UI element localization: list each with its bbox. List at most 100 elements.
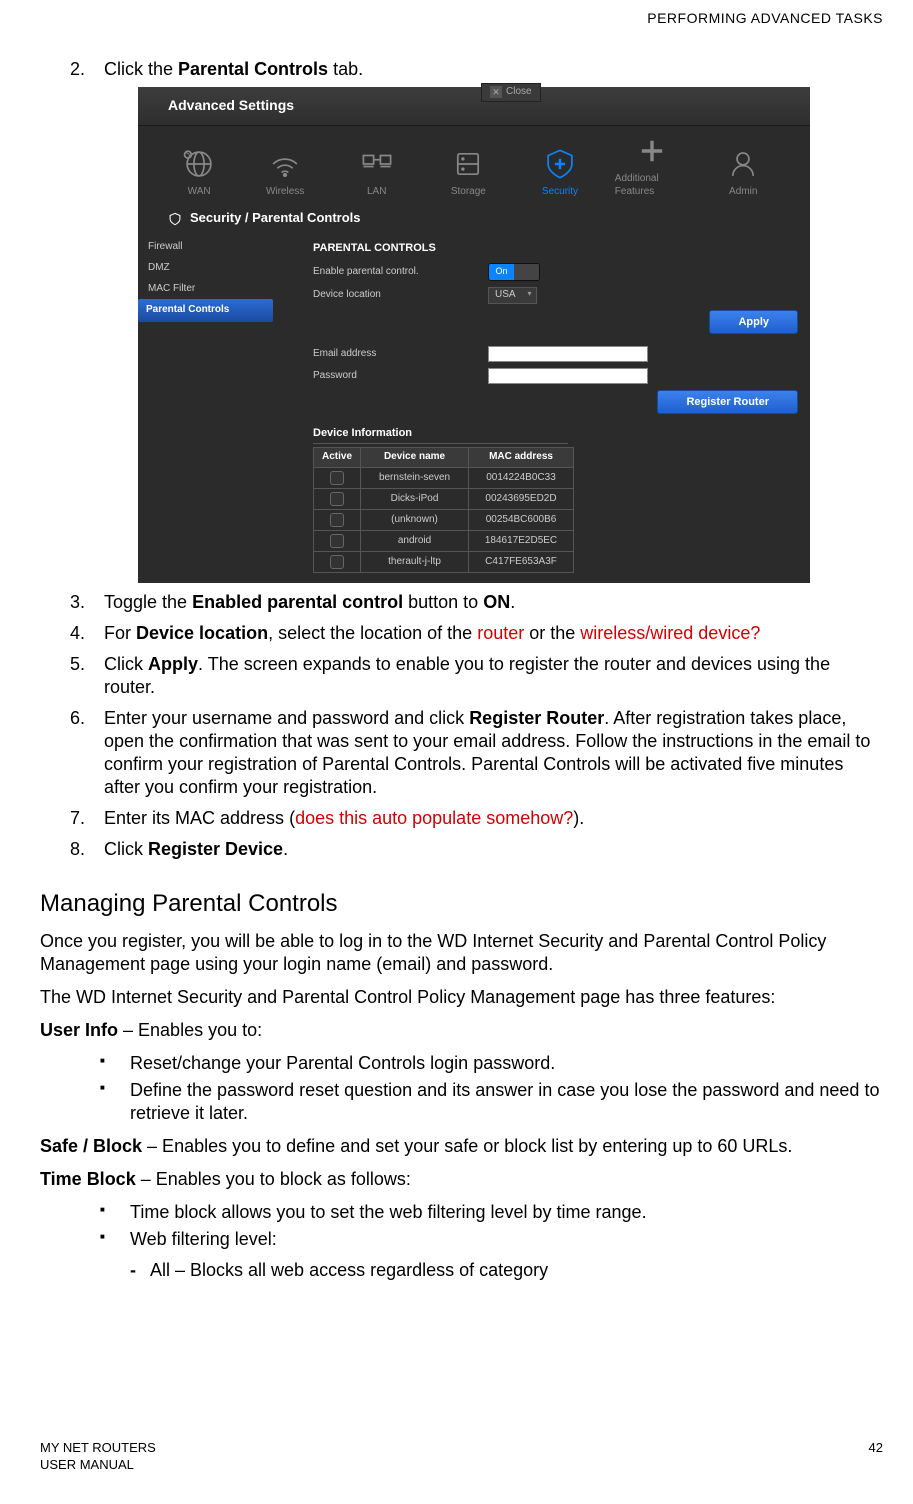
step-6: Enter your username and password and cli…: [70, 707, 883, 799]
sidebar-item-firewall[interactable]: Firewall: [138, 237, 273, 258]
password-input[interactable]: [488, 368, 648, 384]
table-row: android184617E2D5EC: [314, 530, 574, 551]
step-text: Enter its MAC address (: [104, 808, 295, 828]
text: – Enables you to:: [118, 1020, 262, 1040]
step-bold: Device location: [136, 623, 268, 643]
enable-parental-label: Enable parental control.: [313, 266, 488, 279]
step-5: Click Apply. The screen expands to enabl…: [70, 653, 883, 699]
text: – Enables you to define and set your saf…: [142, 1136, 792, 1156]
table-row: bernstein-seven0014224B0C33: [314, 467, 574, 488]
step-7: Enter its MAC address (does this auto po…: [70, 807, 883, 830]
cell-mac: 00254BC600B6: [469, 509, 574, 530]
active-checkbox[interactable]: [330, 534, 344, 548]
bullet-item: Define the password reset question and i…: [100, 1079, 883, 1125]
active-checkbox[interactable]: [330, 513, 344, 527]
step-red: wireless/wired device?: [580, 623, 760, 643]
cell-mac: 184617E2D5EC: [469, 530, 574, 551]
apply-button[interactable]: Apply: [709, 310, 798, 334]
paragraph: The WD Internet Security and Parental Co…: [40, 986, 883, 1009]
step-red: router: [477, 623, 524, 643]
cell-device: bernstein-seven: [361, 467, 469, 488]
device-location-select[interactable]: USA: [488, 287, 537, 304]
cell-device: Dicks-iPod: [361, 488, 469, 509]
password-label: Password: [313, 370, 488, 383]
router-ui-screenshot: ✕Close Advanced Settings WAN Wireless LA…: [138, 87, 810, 583]
lan-icon: [358, 145, 396, 183]
step-4: For Device location, select the location…: [70, 622, 883, 645]
tab-label: Additional Features: [615, 173, 689, 199]
text: – Enables you to block as follows:: [136, 1169, 411, 1189]
admin-icon: [724, 145, 762, 183]
paragraph: User Info – Enables you to:: [40, 1019, 883, 1042]
sidebar-item-parental-controls[interactable]: Parental Controls: [138, 299, 273, 322]
section-title: PARENTAL CONTROLS: [313, 237, 798, 263]
wifi-icon: [266, 145, 304, 183]
step-bold: Enabled parental control: [192, 592, 403, 612]
tab-label: Admin: [729, 186, 757, 199]
active-checkbox[interactable]: [330, 555, 344, 569]
close-button[interactable]: ✕Close: [481, 83, 541, 102]
footer-subtitle: USER MANUAL: [40, 1457, 156, 1474]
tab-wan[interactable]: WAN: [168, 145, 230, 199]
heading-managing: Managing Parental Controls: [40, 889, 883, 920]
tab-label: LAN: [367, 186, 386, 199]
active-checkbox[interactable]: [330, 492, 344, 506]
bullet-item: Web filtering level:: [100, 1228, 883, 1251]
active-checkbox[interactable]: [330, 471, 344, 485]
step-3: Toggle the Enabled parental control butt…: [70, 591, 883, 614]
sidebar-item-macfilter[interactable]: MAC Filter: [138, 279, 273, 300]
step-text: Click: [104, 654, 148, 674]
step-text: ).: [573, 808, 584, 828]
tab-admin[interactable]: Admin: [706, 145, 780, 199]
cell-mac: 00243695ED2D: [469, 488, 574, 509]
step-2: Click the Parental Controls tab. ✕Close …: [70, 58, 883, 583]
tab-wireless[interactable]: Wireless: [248, 145, 322, 199]
page-footer: MY NET ROUTERS USER MANUAL 42: [40, 1440, 883, 1474]
paragraph: Time Block – Enables you to block as fol…: [40, 1168, 883, 1191]
step-text: Toggle the: [104, 592, 192, 612]
email-label: Email address: [313, 348, 488, 361]
tab-additional[interactable]: Additional Features: [615, 132, 689, 199]
step-text: .: [510, 592, 515, 612]
step-bold: ON: [483, 592, 510, 612]
bullet-item: Reset/change your Parental Controls logi…: [100, 1052, 883, 1075]
step-text: Click: [104, 839, 148, 859]
term: Time Block: [40, 1169, 136, 1189]
step-text: .: [283, 839, 288, 859]
enable-parental-toggle[interactable]: On: [488, 263, 540, 281]
close-icon: ✕: [490, 86, 502, 98]
paragraph: Once you register, you will be able to l…: [40, 930, 883, 976]
tab-lan[interactable]: LAN: [340, 145, 414, 199]
step-text: or the: [524, 623, 580, 643]
tab-storage[interactable]: Storage: [432, 145, 506, 199]
device-table: Active Device name MAC address bernstein…: [313, 447, 574, 573]
step-text: , select the location of the: [268, 623, 477, 643]
table-row: Dicks-iPod00243695ED2D: [314, 488, 574, 509]
tab-label: Wireless: [266, 186, 304, 199]
window-title: Advanced Settings: [138, 87, 810, 126]
toggle-on-label: On: [489, 264, 514, 280]
plus-icon: [633, 132, 671, 170]
tab-label: Security: [542, 186, 578, 199]
step-bold: Register Router: [469, 708, 604, 728]
sidebar-item-dmz[interactable]: DMZ: [138, 258, 273, 279]
tab-label: Storage: [451, 186, 486, 199]
step-bold: Register Device: [148, 839, 283, 859]
step-bold: Parental Controls: [178, 59, 328, 79]
tab-security[interactable]: Security: [523, 145, 597, 199]
register-router-button[interactable]: Register Router: [657, 390, 798, 414]
content-panel: PARENTAL CONTROLS Enable parental contro…: [273, 237, 810, 583]
footer-title: MY NET ROUTERS: [40, 1440, 156, 1457]
step-text: tab.: [328, 59, 363, 79]
tab-label: WAN: [188, 186, 211, 199]
step-text: For: [104, 623, 136, 643]
term: User Info: [40, 1020, 118, 1040]
step-red: does this auto populate somehow?: [295, 808, 573, 828]
th-active: Active: [314, 448, 361, 468]
table-row: therault-j-ltpC417FE653A3F: [314, 551, 574, 572]
email-input[interactable]: [488, 346, 648, 362]
screenshot-container: ✕Close Advanced Settings WAN Wireless LA…: [138, 87, 883, 583]
cell-device: android: [361, 530, 469, 551]
breadcrumb: Security / Parental Controls: [138, 204, 810, 237]
cell-mac: C417FE653A3F: [469, 551, 574, 572]
